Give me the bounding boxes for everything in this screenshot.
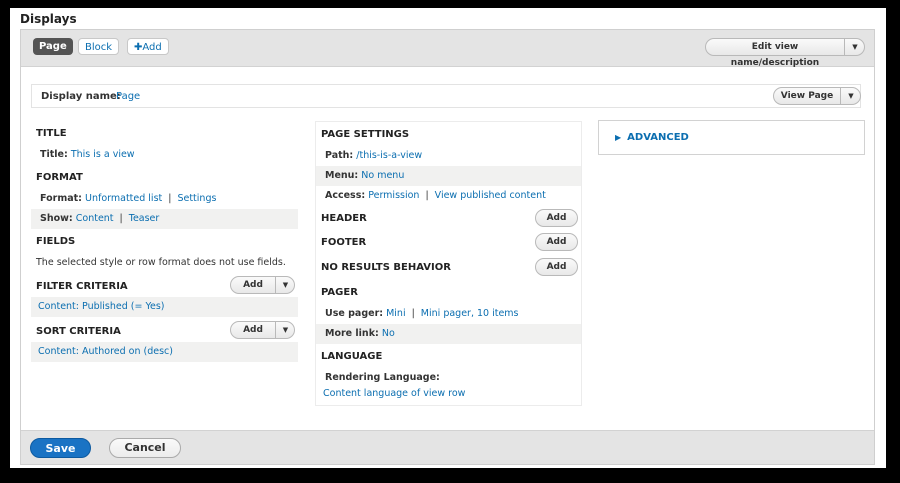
path-label: Path: <box>325 150 354 161</box>
format-label: Format: <box>40 193 82 204</box>
no-results-add-button[interactable]: Add <box>535 258 578 276</box>
rendering-language-value-item: Content language of view row <box>316 384 581 404</box>
use-pager-item: Use pager: Mini | Mini pager, 10 items <box>325 308 519 319</box>
format-heading: FORMAT <box>36 172 83 183</box>
view-page-dropbutton: View Page ▼ <box>773 87 861 105</box>
menu-label: Menu: <box>325 170 359 181</box>
title-item: Title: This is a view <box>31 145 298 165</box>
advanced-label: ADVANCED <box>627 132 689 143</box>
path-link[interactable]: /this-is-a-view <box>356 150 422 161</box>
display-name-row: Display name: Page View Page ▼ <box>31 84 861 108</box>
more-link-item: More link: No <box>316 324 581 344</box>
access-link[interactable]: Permission <box>368 190 419 201</box>
more-link-link[interactable]: No <box>382 328 395 339</box>
page-settings-heading: PAGE SETTINGS <box>321 129 410 140</box>
views-ui-frame: Displays Page Block ✚Add Edit view name/… <box>10 8 886 468</box>
display-name-link[interactable]: Page <box>116 91 140 102</box>
header-add-button[interactable]: Add <box>535 209 578 227</box>
triangle-right-icon: ▶ <box>615 133 622 142</box>
use-pager-link[interactable]: Mini <box>386 308 406 319</box>
language-heading: LANGUAGE <box>321 351 383 362</box>
use-pager-label: Use pager: <box>325 308 384 319</box>
view-page-button[interactable]: View Page <box>774 88 840 104</box>
fields-note: The selected style or row format does no… <box>36 257 286 268</box>
show-label: Show: <box>40 213 73 224</box>
pager-heading: PAGER <box>321 287 358 298</box>
title-link[interactable]: This is a view <box>71 149 135 160</box>
rendering-language-link[interactable]: Content language of view row <box>323 388 465 399</box>
page-title: Displays <box>20 12 77 26</box>
sort-authored-link[interactable]: Content: Authored on (desc) <box>38 346 173 357</box>
access-label: Access: <box>325 190 366 201</box>
rendering-language-label: Rendering Language: <box>325 372 440 383</box>
show-link[interactable]: Content <box>76 213 114 224</box>
cancel-button[interactable]: Cancel <box>109 438 181 458</box>
format-link[interactable]: Unformatted list <box>85 193 162 204</box>
sort-add-button[interactable]: Add <box>231 322 275 338</box>
form-actions: Save Cancel <box>21 430 874 464</box>
advanced-section[interactable]: ▶ ADVANCED <box>598 120 865 155</box>
fields-heading: FIELDS <box>36 236 76 247</box>
filter-add-button[interactable]: Add <box>231 277 275 293</box>
footer-add-label: Add <box>546 237 567 247</box>
filter-item: Content: Published (= Yes) <box>31 297 298 317</box>
no-results-add-label: Add <box>546 262 567 272</box>
edit-view-dropbutton: Edit view name/description ▼ <box>705 38 865 68</box>
header-add-label: Add <box>546 213 567 223</box>
tab-add-display[interactable]: ✚Add <box>127 38 169 55</box>
format-item: Format: Unformatted list | Settings <box>40 193 217 204</box>
save-button[interactable]: Save <box>30 438 91 458</box>
title-heading: TITLE <box>36 128 67 139</box>
middle-column: PAGE SETTINGS Path: /this-is-a-view Menu… <box>315 121 582 406</box>
chevron-down-icon[interactable]: ▼ <box>276 277 295 293</box>
path-item: Path: /this-is-a-view <box>316 146 581 166</box>
display-name-label: Display name: <box>41 91 121 102</box>
chevron-down-icon[interactable]: ▼ <box>276 322 295 338</box>
access-detail-link[interactable]: View published content <box>435 190 546 201</box>
chevron-down-icon[interactable]: ▼ <box>845 39 865 55</box>
chevron-down-icon[interactable]: ▼ <box>841 88 861 104</box>
use-pager-detail-link[interactable]: Mini pager, 10 items <box>421 308 519 319</box>
show-mode-link[interactable]: Teaser <box>129 213 160 224</box>
menu-link[interactable]: No menu <box>361 170 404 181</box>
show-item: Show: Content | Teaser <box>31 209 298 229</box>
sort-item: Content: Authored on (desc) <box>31 342 298 362</box>
displays-panel: Page Block ✚Add Edit view name/descripti… <box>20 29 875 465</box>
edit-view-button[interactable]: Edit view name/description <box>706 39 844 71</box>
sort-add-dropbutton: Add ▼ <box>230 321 295 339</box>
format-settings-link[interactable]: Settings <box>177 193 216 204</box>
display-tabs-bar: Page Block ✚Add Edit view name/descripti… <box>21 30 874 68</box>
tab-page[interactable]: Page <box>33 38 73 55</box>
menu-item: Menu: No menu <box>316 166 581 186</box>
filter-published-link[interactable]: Content: Published (= Yes) <box>38 301 165 312</box>
access-item: Access: Permission | View published conten… <box>325 190 546 201</box>
filter-add-dropbutton: Add ▼ <box>230 276 295 294</box>
footer-add-button[interactable]: Add <box>535 233 578 251</box>
advanced-toggle[interactable]: ▶ ADVANCED <box>615 132 689 143</box>
title-label: Title: <box>40 149 68 160</box>
more-link-label: More link: <box>325 328 379 339</box>
tab-block[interactable]: Block <box>78 38 120 55</box>
